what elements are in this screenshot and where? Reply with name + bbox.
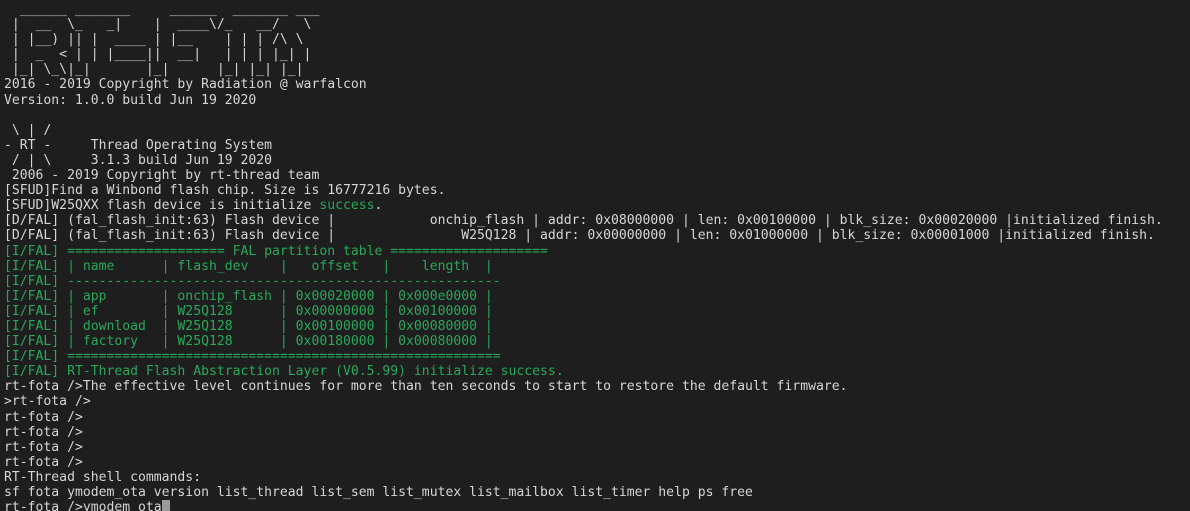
terminal-line-prompt-6: rt-fota /> xyxy=(4,455,1190,470)
terminal-line-logo-3: | |__) || | ____ | |__ | | | /\ \ xyxy=(4,32,1190,47)
terminal-line-ifal-row-factory: [I/FAL] | factory | W25Q128 | 0x00180000… xyxy=(4,334,1190,349)
terminal-line-dfal-onchip: [D/FAL] (fal_flash_init:63) Flash device… xyxy=(4,213,1190,228)
terminal-line-prompt-5: rt-fota /> xyxy=(4,440,1190,455)
terminal-text-segment: - RT - Thread Operating System xyxy=(4,137,273,153)
terminal-text-segment: [I/FAL] | factory | W25Q128 | 0x00180000… xyxy=(4,334,493,350)
terminal-text-segment: rt-fota /> xyxy=(4,439,83,455)
terminal-line-prompt-effective: rt-fota />The effective level continues … xyxy=(4,379,1190,394)
terminal-line-ifal-row-download: [I/FAL] | download | W25Q128 | 0x0010000… xyxy=(4,319,1190,334)
terminal-text-segment: . xyxy=(374,198,383,214)
terminal-line-rtt-logo-2: - RT - Thread Operating System xyxy=(4,138,1190,153)
terminal-text-segment: 2016 - 2019 Copyright by Radiation @ war… xyxy=(4,77,367,93)
terminal-text-segment: [I/FAL] RT-Thread Flash Abstraction Laye… xyxy=(4,364,564,380)
terminal-text-segment: sf fota ymodem_ota version list_thread l… xyxy=(4,485,753,500)
terminal-text-segment: [I/FAL] | ef | W25Q128 | 0x00000000 | 0x… xyxy=(4,303,493,319)
terminal-text-segment: | __ \_ _| | ____\/_ __/ \ xyxy=(4,17,312,33)
terminal-text-segment: | |__) || | ____ | |__ | | | /\ \ xyxy=(4,32,304,48)
terminal-text-segment: rt-fota />ymodem_ota xyxy=(4,500,162,511)
terminal-text-segment: |_| \_\|_| |_| |_| |_| |_| xyxy=(4,62,304,78)
terminal-console[interactable]: ______ _______ ______ _______ ___ | __ \… xyxy=(0,0,1190,511)
terminal-text-segment: rt-fota /> xyxy=(4,409,83,425)
terminal-line-logo-4: | _ < | | |____|| __| | | | |_| | xyxy=(4,47,1190,62)
terminal-text-segment: [I/FAL] ================================… xyxy=(4,349,501,365)
terminal-text-segment: rt-fota /> xyxy=(4,424,83,440)
terminal-line-logo-2: | __ \_ _| | ____\/_ __/ \ xyxy=(4,17,1190,32)
terminal-line-prompt-current: rt-fota />ymodem_ota xyxy=(4,500,1190,511)
terminal-text-segment: [I/FAL] --------------------------------… xyxy=(4,273,501,289)
terminal-line-ifal-table-bottom: [I/FAL] ================================… xyxy=(4,349,1190,364)
terminal-text-segment: ______ _______ ______ _______ ___ xyxy=(4,2,320,17)
text-cursor[interactable] xyxy=(161,500,170,511)
terminal-text-segment: [SFUD]W25QXX flash device is initialize xyxy=(4,198,320,214)
terminal-line-ifal-row-ef: [I/FAL] | ef | W25Q128 | 0x00000000 | 0x… xyxy=(4,304,1190,319)
terminal-line-rtt-logo-3: / | \ 3.1.3 build Jun 19 2020 xyxy=(4,153,1190,168)
terminal-text-segment: [D/FAL] (fal_flash_init:63) Flash device… xyxy=(4,213,1163,229)
terminal-text-segment: [I/FAL] | download | W25Q128 | 0x0010000… xyxy=(4,318,493,334)
terminal-text-segment: success xyxy=(319,198,375,214)
terminal-text-segment: [I/FAL] | name | flash_dev | offset | le… xyxy=(4,258,493,274)
terminal-line-ifal-divider: [I/FAL] --------------------------------… xyxy=(4,274,1190,289)
terminal-text-segment: [SFUD]Find a Winbond flash chip. Size is… xyxy=(4,183,446,199)
terminal-line-rtt-logo-1: \ | / xyxy=(4,123,1190,138)
terminal-text-segment: \ | / xyxy=(4,122,52,138)
terminal-text-segment: RT-Thread shell commands: xyxy=(4,469,202,485)
terminal-line-ifal-row-app: [I/FAL] | app | onchip_flash | 0x0002000… xyxy=(4,289,1190,304)
terminal-line-copyright-fota: 2016 - 2019 Copyright by Radiation @ war… xyxy=(4,77,1190,92)
terminal-line-sfud-find: [SFUD]Find a Winbond flash chip. Size is… xyxy=(4,183,1190,198)
terminal-text-segment: >rt-fota /> xyxy=(4,394,91,410)
terminal-text-segment: 2006 - 2019 Copyright by rt-thread team xyxy=(4,168,320,184)
terminal-line-sfud-init: [SFUD]W25QXX flash device is initialize … xyxy=(4,198,1190,213)
terminal-line-shell-commands-header: RT-Thread shell commands: xyxy=(4,470,1190,485)
terminal-text-segment: | _ < | | |____|| __| | | | |_| | xyxy=(4,47,312,63)
terminal-line-shell-commands-list: sf fota ymodem_ota version list_thread l… xyxy=(4,485,1190,500)
terminal-line-version-fota: Version: 1.0.0 build Jun 19 2020 xyxy=(4,93,1190,108)
terminal-line-prompt-2: >rt-fota /> xyxy=(4,394,1190,409)
terminal-line-prompt-3: rt-fota /> xyxy=(4,410,1190,425)
terminal-text-segment: rt-fota />The effective level continues … xyxy=(4,379,848,395)
terminal-line-logo-5: |_| \_\|_| |_| |_| |_| |_| xyxy=(4,62,1190,77)
terminal-text-segment: rt-fota /> xyxy=(4,454,83,470)
terminal-text-segment: [I/FAL] ==================== FAL partiti… xyxy=(4,243,548,259)
terminal-line-blank-1 xyxy=(4,108,1190,123)
terminal-text-segment: Version: 1.0.0 build Jun 19 2020 xyxy=(4,92,257,108)
terminal-line-logo-1: ______ _______ ______ _______ ___ xyxy=(4,2,1190,17)
terminal-line-dfal-w25q128: [D/FAL] (fal_flash_init:63) Flash device… xyxy=(4,228,1190,243)
terminal-text-segment: [D/FAL] (fal_flash_init:63) Flash device… xyxy=(4,228,1155,244)
terminal-line-ifal-success: [I/FAL] RT-Thread Flash Abstraction Laye… xyxy=(4,364,1190,379)
terminal-line-ifal-header: [I/FAL] | name | flash_dev | offset | le… xyxy=(4,259,1190,274)
terminal-text-segment: / | \ 3.1.3 build Jun 19 2020 xyxy=(4,152,273,168)
terminal-text-segment: [I/FAL] | app | onchip_flash | 0x0002000… xyxy=(4,288,493,304)
terminal-line-prompt-4: rt-fota /> xyxy=(4,425,1190,440)
terminal-line-ifal-table-top: [I/FAL] ==================== FAL partiti… xyxy=(4,244,1190,259)
terminal-line-rtt-copyright: 2006 - 2019 Copyright by rt-thread team xyxy=(4,168,1190,183)
